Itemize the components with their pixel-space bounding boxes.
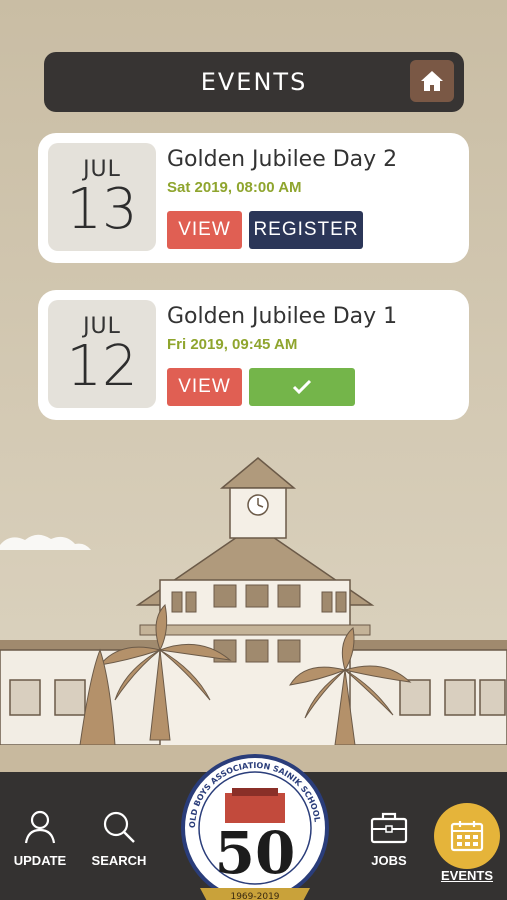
event-datetime: Fri 2019, 09:45 AM xyxy=(167,336,298,353)
event-card: JUL 12 Golden Jubilee Day 1 Fri 2019, 09… xyxy=(38,290,469,420)
registered-button[interactable] xyxy=(249,368,355,406)
nav-events-label: EVENTS xyxy=(440,868,493,883)
briefcase-icon xyxy=(370,812,408,844)
nav-update[interactable]: UPDATE xyxy=(8,810,72,868)
user-icon xyxy=(24,810,56,844)
search-icon xyxy=(103,811,135,843)
event-title: Golden Jubilee Day 2 xyxy=(167,147,398,172)
event-day: 12 xyxy=(66,334,138,399)
logo-ribbon: 1969-2019 xyxy=(230,892,279,900)
nav-search-label: SEARCH xyxy=(91,853,147,868)
nav-events-active[interactable] xyxy=(434,803,500,869)
home-button[interactable] xyxy=(410,60,454,102)
page-title: EVENTS xyxy=(200,68,308,96)
event-date-box: JUL 13 xyxy=(48,143,156,251)
association-logo[interactable]: OLD BOYS ASSOCIATION SAINIK SCHOOL KAZHA… xyxy=(170,748,340,900)
nav-events[interactable]: EVENTS xyxy=(436,868,498,883)
view-button[interactable]: VIEW xyxy=(167,368,242,406)
logo-number: 50 xyxy=(215,819,296,887)
event-card: JUL 13 Golden Jubilee Day 2 Sat 2019, 08… xyxy=(38,133,469,263)
calendar-icon xyxy=(450,821,484,852)
home-icon xyxy=(421,71,443,91)
view-button[interactable]: VIEW xyxy=(167,211,242,249)
event-date-box: JUL 12 xyxy=(48,300,156,408)
event-day: 13 xyxy=(66,177,138,242)
register-button[interactable]: REGISTER xyxy=(249,211,363,249)
nav-jobs[interactable]: JOBS xyxy=(360,810,418,868)
events-header: EVENTS xyxy=(44,52,464,112)
nav-search[interactable]: SEARCH xyxy=(86,810,152,868)
event-title: Golden Jubilee Day 1 xyxy=(167,304,398,329)
nav-jobs-label: JOBS xyxy=(371,853,407,868)
nav-update-label: UPDATE xyxy=(13,853,67,868)
checkmark-icon xyxy=(292,379,312,395)
event-datetime: Sat 2019, 08:00 AM xyxy=(167,179,302,196)
